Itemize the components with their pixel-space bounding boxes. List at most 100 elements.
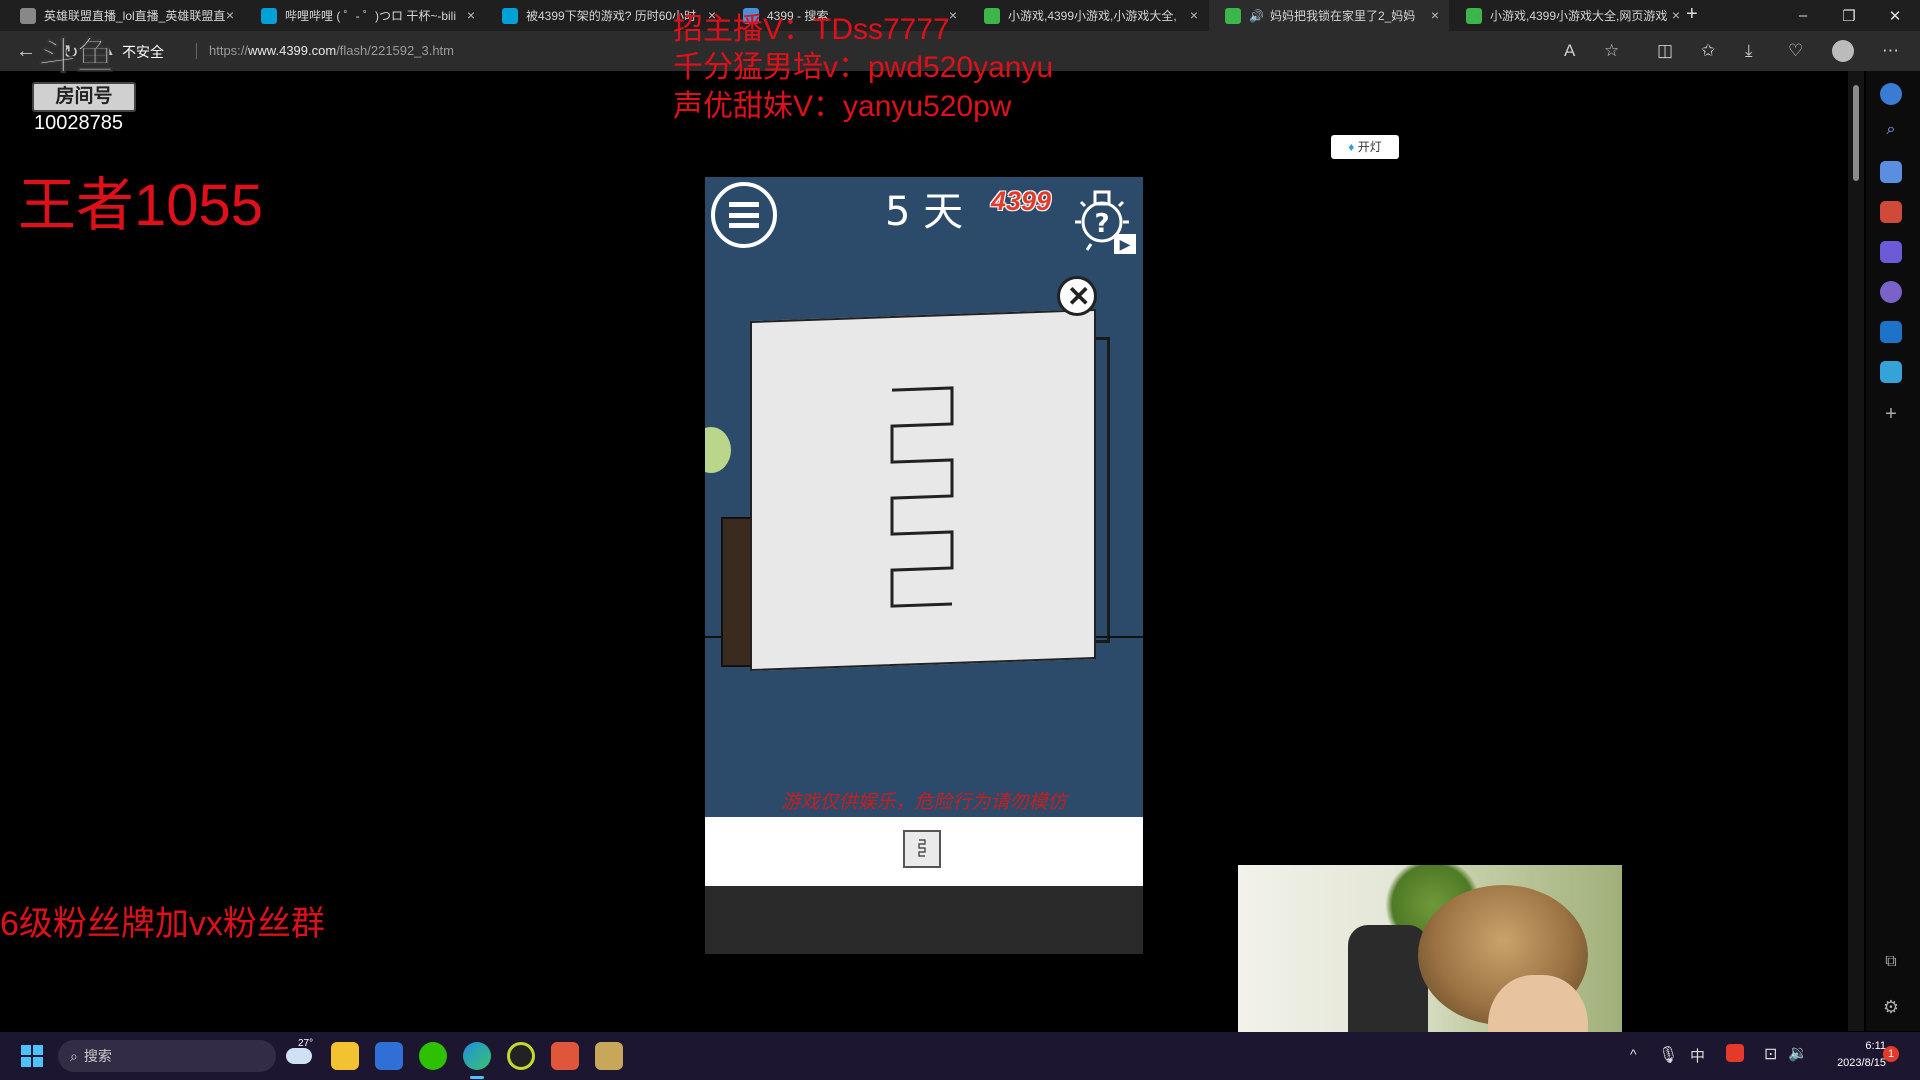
- windows-start-icon[interactable]: [18, 1042, 46, 1070]
- close-note-button[interactable]: ✕: [1057, 276, 1097, 316]
- more-icon[interactable]: ⋯: [1882, 41, 1899, 61]
- outlook-icon[interactable]: [1880, 321, 1902, 343]
- 4399-tab-icon: [984, 7, 1000, 24]
- douyu-logo: 斗鱼: [34, 33, 132, 79]
- url-host: www.4399.com: [248, 43, 337, 58]
- 4399-tab-icon: [1466, 7, 1482, 24]
- scroll-thumb[interactable]: [1853, 85, 1859, 181]
- office-icon[interactable]: [1880, 281, 1902, 303]
- send-icon[interactable]: [1880, 361, 1902, 383]
- game-canvas[interactable]: 5 天 4399 ? ▶ ✕ 游戏仅供娱乐，危险行为请勿模仿: [705, 177, 1143, 954]
- speaker-icon[interactable]: 🔊: [1249, 9, 1264, 23]
- page-scrollbar[interactable]: [1848, 71, 1864, 1031]
- close-icon[interactable]: ×: [226, 7, 234, 23]
- close-window-icon[interactable]: ✕: [1872, 0, 1918, 31]
- microphone-icon[interactable]: 🎙: [1658, 1045, 1678, 1065]
- close-icon[interactable]: ×: [467, 7, 475, 23]
- tab-game-active[interactable]: 🔊 妈妈把我锁在家里了2_妈妈 ×: [1209, 0, 1449, 31]
- sogou-icon[interactable]: [1726, 1044, 1744, 1062]
- menu-icon-middle: [729, 213, 759, 218]
- light-toggle-button[interactable]: ♦ 开灯: [1331, 135, 1399, 159]
- contact-line-3: 声优甜妹V：yanyu520pw: [673, 90, 1012, 123]
- plant-circle[interactable]: [705, 427, 731, 473]
- tab-label: 被4399下架的游戏? 历时60小时: [526, 9, 697, 23]
- menu-button[interactable]: [711, 182, 777, 248]
- fan-badge-text: 6级粉丝牌加vx粉丝群: [0, 905, 325, 943]
- url-field[interactable]: https://www.4399.com/flash/221592_3.htm: [209, 43, 454, 58]
- wechat-icon[interactable]: [419, 1042, 447, 1070]
- tab-4399-home[interactable]: 小游戏,4399小游戏,小游戏大全, ×: [968, 0, 1208, 31]
- search-placeholder: 搜索: [83, 1048, 112, 1064]
- tab-label: 小游戏,4399小游戏,小游戏大全,: [1008, 9, 1177, 23]
- tab-lol-live[interactable]: 英雄联盟直播_lol直播_英雄联盟直 ×: [4, 0, 244, 31]
- edge-icon[interactable]: [463, 1042, 491, 1070]
- inventory-item-paper-note[interactable]: [903, 830, 941, 868]
- file-explorer-icon[interactable]: [331, 1042, 359, 1070]
- download-icon[interactable]: ⤓: [1745, 41, 1753, 61]
- new-tab-button[interactable]: +: [1686, 3, 1698, 26]
- notification-badge[interactable]: 1: [1883, 1046, 1899, 1062]
- cloud-icon: [286, 1048, 312, 1064]
- obs-icon[interactable]: [507, 1042, 535, 1070]
- health-icon[interactable]: ♡: [1788, 41, 1803, 61]
- games-icon[interactable]: [1880, 241, 1902, 263]
- screenshot-icon[interactable]: ⧉: [1880, 953, 1902, 975]
- league-client-icon[interactable]: [595, 1042, 623, 1070]
- shopping-tag-icon[interactable]: [1880, 161, 1902, 183]
- tools-icon[interactable]: [1880, 201, 1902, 223]
- search-icon[interactable]: ⌕: [1880, 121, 1902, 143]
- taskbar-search[interactable]: ⌕ 搜索: [58, 1040, 276, 1072]
- minimize-icon[interactable]: –: [1780, 0, 1826, 31]
- restore-icon[interactable]: ❐: [1826, 0, 1872, 31]
- split-screen-icon[interactable]: ◫: [1657, 41, 1673, 61]
- active-app-indicator: [470, 1076, 484, 1079]
- close-icon[interactable]: ×: [949, 7, 957, 23]
- day-counter: 5 天: [885, 189, 964, 235]
- paper-note: [750, 308, 1096, 672]
- volume-icon[interactable]: 🔉: [1788, 1043, 1808, 1063]
- url-divider: [196, 43, 197, 59]
- store-icon[interactable]: [375, 1042, 403, 1070]
- favorites-icon[interactable]: ✩: [1701, 41, 1715, 61]
- weather-icon[interactable]: 27°: [286, 1038, 314, 1070]
- profile-avatar[interactable]: [1832, 40, 1854, 62]
- favorite-star-icon[interactable]: ☆: [1604, 41, 1619, 61]
- copilot-icon[interactable]: [1880, 83, 1902, 105]
- ime-indicator[interactable]: 中: [1690, 1045, 1705, 1066]
- clock-date: 2023/8/15: [1837, 1057, 1886, 1069]
- tab-label: 哔哩哔哩 ( ゜- ゜)つロ 干杯~-bili: [285, 9, 457, 23]
- app-tab-icon[interactable]: [551, 1042, 579, 1070]
- search-icon: ⌕: [70, 1048, 78, 1064]
- close-icon[interactable]: ×: [1431, 7, 1439, 23]
- tab-4399-games[interactable]: 小游戏,4399小游戏大全,网页游戏 ×: [1450, 0, 1690, 31]
- close-icon[interactable]: ×: [1190, 7, 1198, 23]
- url-prefix: https://: [209, 43, 249, 58]
- douyu-logo-graphic: 斗鱼: [38, 34, 115, 79]
- tray-chevron-icon[interactable]: ^: [1630, 1046, 1637, 1062]
- edge-sidebar: ⌕ + ⧉ ⚙: [1866, 71, 1920, 1031]
- room-label-badge: 房间号: [32, 82, 136, 112]
- windows-logo: [21, 1045, 43, 1067]
- zigzag-code-drawing: [890, 386, 954, 608]
- tab-bilibili[interactable]: 哔哩哔哩 ( ゜- ゜)つロ 干杯~-bili ×: [245, 0, 485, 31]
- tab-label: 小游戏,4399小游戏大全,网页游戏: [1490, 9, 1668, 23]
- bulb-icon: ♦: [1348, 140, 1355, 154]
- back-icon[interactable]: ←: [16, 40, 36, 63]
- close-icon: ✕: [1067, 281, 1091, 312]
- network-icon[interactable]: ⊡: [1764, 1044, 1777, 1064]
- 4399-brand: 4399: [991, 186, 1052, 216]
- hint-play-button[interactable]: ▶: [1114, 234, 1136, 254]
- read-aloud-icon[interactable]: A: [1564, 41, 1575, 61]
- tab-label: 英雄联盟直播_lol直播_英雄联盟直: [44, 9, 226, 23]
- contact-line-2: 千分猛男培v：pwd520yanyu: [673, 51, 1054, 84]
- clock[interactable]: 6:11 2023/8/15: [1812, 1038, 1886, 1072]
- tab-bar: 英雄联盟直播_lol直播_英雄联盟直 × 哔哩哔哩 ( ゜- ゜)つロ 干杯~-…: [0, 0, 1920, 31]
- settings-icon[interactable]: ⚙: [1880, 997, 1902, 1019]
- add-icon[interactable]: +: [1880, 403, 1902, 425]
- svg-text:斗鱼: 斗鱼: [38, 34, 114, 77]
- close-icon[interactable]: ×: [1672, 7, 1680, 23]
- game-disclaimer: 游戏仅供娱乐，危险行为请勿模仿: [781, 792, 1067, 813]
- light-toggle-label: 开灯: [1357, 140, 1382, 154]
- rank-text: 王者1055: [18, 173, 264, 238]
- bilibili-tab-icon: [261, 7, 277, 24]
